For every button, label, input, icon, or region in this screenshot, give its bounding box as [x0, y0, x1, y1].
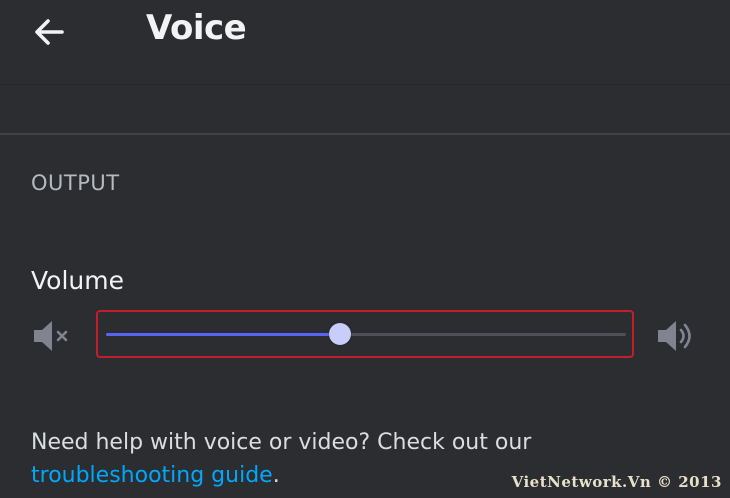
- voice-settings-screen: Voice OUTPUT Volume Need help with voice…: [0, 0, 730, 498]
- header-bar: Voice: [0, 0, 730, 84]
- section-divider: [0, 133, 730, 135]
- speaker-loud-icon: [656, 318, 698, 354]
- watermark: VietNetwork.Vn © 2013: [511, 473, 722, 491]
- volume-label: Volume: [31, 266, 124, 295]
- troubleshooting-guide-link[interactable]: troubleshooting guide: [31, 463, 273, 488]
- arrow-left-icon: [35, 19, 64, 45]
- slider-fill: [106, 333, 340, 336]
- help-text-prefix: Need help with voice or video? Check out…: [31, 430, 532, 455]
- volume-slider[interactable]: [106, 322, 626, 346]
- speaker-muted-icon: [32, 318, 74, 354]
- output-section-label: OUTPUT: [31, 171, 120, 195]
- page-title: Voice: [146, 8, 247, 48]
- slider-thumb[interactable]: [329, 323, 351, 345]
- back-button[interactable]: [28, 10, 72, 54]
- header-divider: [0, 84, 730, 85]
- help-text-suffix: .: [272, 463, 280, 488]
